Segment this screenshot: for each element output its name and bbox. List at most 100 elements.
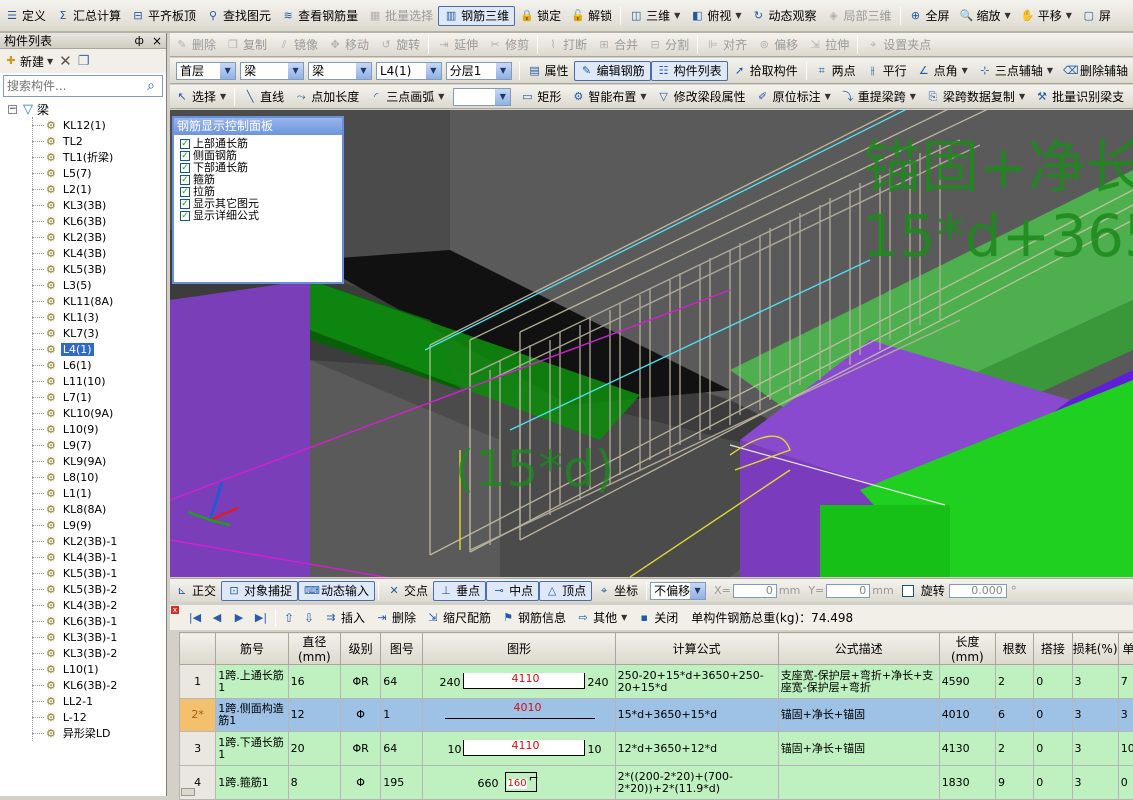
combo-subtype[interactable]: 梁▼ bbox=[308, 62, 372, 80]
lock-button[interactable]: 🔒锁定 bbox=[515, 6, 566, 26]
tree-item[interactable]: ⚙KL11(8A) bbox=[0, 293, 166, 309]
insert-button[interactable]: ⇉插入 bbox=[319, 608, 370, 628]
checkbox-checked-icon[interactable]: ✓ bbox=[180, 175, 190, 185]
tree-item[interactable]: ⚙KL6(3B)-1 bbox=[0, 613, 166, 629]
tree-item[interactable]: ⚙L9(7) bbox=[0, 437, 166, 453]
rotate-input[interactable]: 0.000 bbox=[949, 584, 1007, 598]
tree-item[interactable]: ⚙KL3(3B)-2 bbox=[0, 645, 166, 661]
count-cell[interactable]: 9 bbox=[996, 766, 1034, 800]
next-record-icon[interactable]: ▶ bbox=[228, 611, 250, 624]
prev-record-icon[interactable]: ◀ bbox=[206, 611, 228, 624]
delete-component-icon[interactable]: ✕ bbox=[59, 52, 72, 70]
rotate-button[interactable]: ↺旋转 bbox=[374, 35, 425, 55]
tree-item[interactable]: ⚙L5(7) bbox=[0, 165, 166, 181]
y-coord-input[interactable]: 0 bbox=[826, 584, 870, 598]
column-header[interactable]: 直径(mm) bbox=[288, 633, 340, 665]
table-row[interactable]: 11跨.上通长筋116ΦR642404110240250-20+15*d+365… bbox=[180, 665, 1133, 699]
unit-weight-cell[interactable]: 10 bbox=[1118, 732, 1133, 766]
tree-item[interactable]: ⚙KL1(3) bbox=[0, 309, 166, 325]
tree-item[interactable]: ⚙L9(9) bbox=[0, 517, 166, 533]
rebar-name-cell[interactable]: 1跨.下通长筋1 bbox=[216, 732, 288, 766]
arc-button[interactable]: ◜三点画弧▼ bbox=[364, 87, 449, 107]
delete-button[interactable]: ✎删除 bbox=[170, 35, 221, 55]
row-number-cell[interactable]: 3 bbox=[180, 732, 216, 766]
offset-combo[interactable]: 不偏移▼ bbox=[650, 582, 706, 600]
perpendicular-button[interactable]: ⊥垂点 bbox=[433, 581, 486, 601]
tree-item[interactable]: ⚙LL2-1 bbox=[0, 693, 166, 709]
tree-item[interactable]: ⚙KL5(3B)-1 bbox=[0, 565, 166, 581]
move-down-icon[interactable]: ⇩ bbox=[299, 611, 319, 625]
rebar-3d-button[interactable]: ▥钢筋三维 bbox=[438, 6, 515, 26]
shape-cell[interactable]: 2404110240 bbox=[423, 665, 615, 699]
new-component-button[interactable]: ✚ 新建 ▼ bbox=[4, 53, 53, 70]
copy-component-icon[interactable]: ❐ bbox=[78, 54, 90, 69]
tree-item[interactable]: ⚙L8(10) bbox=[0, 469, 166, 485]
column-header[interactable]: 损耗(%) bbox=[1072, 633, 1118, 665]
move-up-icon[interactable]: ⇧ bbox=[279, 611, 299, 625]
span-copy-button[interactable]: ⎘梁跨数据复制▼ bbox=[921, 87, 1030, 107]
tree-item[interactable]: ⚙TL2 bbox=[0, 133, 166, 149]
unit-weight-cell[interactable]: 7 bbox=[1118, 665, 1133, 699]
tree-item[interactable]: ⚙L11(10) bbox=[0, 373, 166, 389]
tree-item[interactable]: ⚙L6(1) bbox=[0, 357, 166, 373]
chevron-down-icon[interactable]: ▼ bbox=[1005, 11, 1011, 20]
formula-cell[interactable]: 12*d+3650+12*d bbox=[615, 732, 778, 766]
combo-floor[interactable]: 首层▼ bbox=[176, 62, 236, 80]
tree-item[interactable]: ⚙KL4(3B) bbox=[0, 245, 166, 261]
collapse-icon[interactable]: − bbox=[8, 105, 17, 114]
intersection-button[interactable]: ✕交点 bbox=[382, 581, 433, 601]
tree-item[interactable]: ⚙L10(9) bbox=[0, 421, 166, 437]
tree-item[interactable]: ⚙KL6(3B)-2 bbox=[0, 677, 166, 693]
formula-cell[interactable]: 2*((200-2*20)+(700-2*20))+2*(11.9*d) bbox=[615, 766, 778, 800]
chevron-down-icon[interactable]: ▼ bbox=[1047, 66, 1053, 75]
top-view-button[interactable]: ◧俯视▼ bbox=[685, 6, 746, 26]
x-coord-input[interactable]: 0 bbox=[733, 584, 777, 598]
line-button[interactable]: ╲直线 bbox=[238, 87, 289, 107]
tree-item[interactable]: ⚙KL2(3B) bbox=[0, 229, 166, 245]
shape-cell[interactable]: 10411010 bbox=[423, 732, 615, 766]
batch-identify-button[interactable]: ⚒批量识别梁支 bbox=[1030, 87, 1129, 107]
shape-cell[interactable]: 4010 bbox=[423, 699, 615, 732]
merge-button[interactable]: ⊞合并 bbox=[592, 35, 643, 55]
column-header[interactable]: 单 bbox=[1118, 633, 1133, 665]
unit-weight-cell[interactable]: 0 bbox=[1118, 766, 1133, 800]
tree-item[interactable]: ⚙KL10(9A) bbox=[0, 405, 166, 421]
point-extend-button[interactable]: ⤳点加长度 bbox=[289, 87, 364, 107]
grade-cell[interactable]: ΦR bbox=[340, 665, 380, 699]
formula-desc-cell[interactable] bbox=[778, 766, 939, 800]
column-header[interactable]: 筋号 bbox=[216, 633, 288, 665]
table-row[interactable]: 31跨.下通长筋120ΦR641041101012*d+3650+12*d锚固+… bbox=[180, 732, 1133, 766]
tree-item[interactable]: ⚙KL7(3) bbox=[0, 325, 166, 341]
combo-layer[interactable]: 分层1▼ bbox=[446, 62, 512, 80]
figure-no-cell[interactable]: 64 bbox=[381, 665, 423, 699]
row-number-cell[interactable]: 2* bbox=[180, 699, 216, 732]
loss-cell[interactable]: 3 bbox=[1072, 699, 1118, 732]
lap-cell[interactable]: 0 bbox=[1034, 665, 1072, 699]
lap-cell[interactable]: 0 bbox=[1034, 699, 1072, 732]
first-record-icon[interactable]: |◀ bbox=[184, 611, 206, 624]
parallel-button[interactable]: ⫲平行 bbox=[861, 61, 912, 81]
column-header[interactable]: 图号 bbox=[381, 633, 423, 665]
set-grip-button[interactable]: ⌖设置夹点 bbox=[861, 35, 936, 55]
batch-select-button[interactable]: ▦批量选择 bbox=[363, 6, 438, 26]
dynamic-input-button[interactable]: ⌨动态输入 bbox=[298, 581, 375, 601]
tree-root[interactable]: − ▽ 梁 bbox=[0, 101, 166, 117]
chevron-down-icon[interactable]: ▼ bbox=[1066, 11, 1072, 20]
formula-desc-cell[interactable]: 锚固+净长+锚固 bbox=[778, 732, 939, 766]
rotate-checkbox[interactable] bbox=[902, 585, 914, 597]
copy-button[interactable]: ❐复制 bbox=[221, 35, 272, 55]
component-list-button[interactable]: ☷构件列表 bbox=[651, 61, 728, 81]
binoculars-button[interactable]: ⚲查找图元 bbox=[201, 6, 276, 26]
tree-item[interactable]: ⚙KL4(3B)-1 bbox=[0, 549, 166, 565]
point-angle-button[interactable]: ∠点角▼ bbox=[912, 61, 973, 81]
count-cell[interactable]: 2 bbox=[996, 665, 1034, 699]
chevron-down-icon[interactable]: ▼ bbox=[962, 66, 968, 75]
midpoint-button[interactable]: ⊸中点 bbox=[486, 581, 539, 601]
grid-close-icon[interactable]: x bbox=[171, 606, 179, 614]
shape-cell[interactable]: 660160⌐ bbox=[423, 766, 615, 800]
re-extract-span-button[interactable]: ⤵重提梁跨▼ bbox=[836, 87, 921, 107]
draw-mode-combo[interactable]: ▼ bbox=[453, 88, 511, 106]
fullscreen-button[interactable]: ⊕全屏 bbox=[904, 6, 955, 26]
rebar-name-cell[interactable]: 1跨.箍筋1 bbox=[216, 766, 288, 800]
two-points-button[interactable]: ⌗两点 bbox=[810, 61, 861, 81]
